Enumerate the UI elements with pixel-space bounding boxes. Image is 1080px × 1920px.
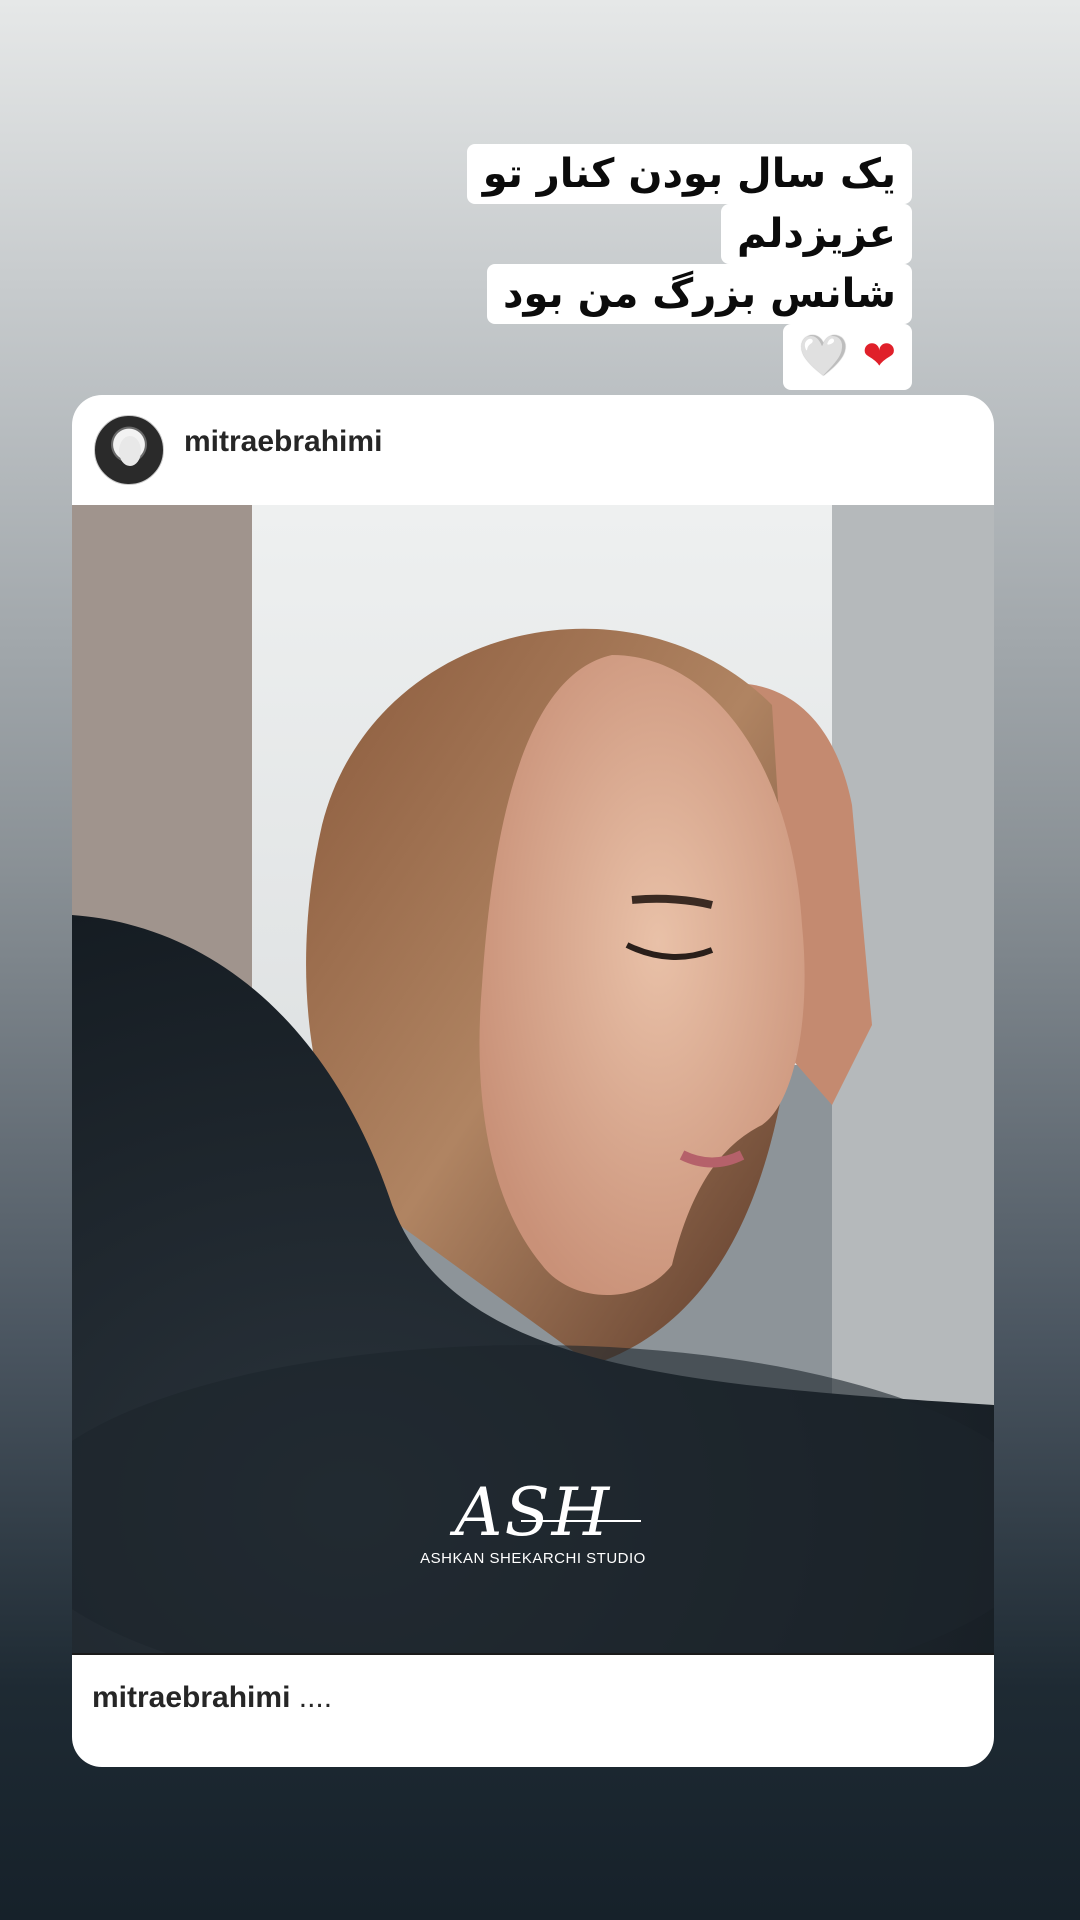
post-photo[interactable]: ASH ASHKAN SHEKARCHI STUDIO [72, 505, 994, 1653]
avatar[interactable] [94, 415, 164, 485]
watermark-text: ASHKAN SHEKARCHI STUDIO [420, 1550, 646, 1567]
post-footer: mitraebrahimi .... [72, 1653, 994, 1767]
story-caption: یک سال بودن کنار تو عزیزدلم شانس بزرگ من… [466, 144, 912, 390]
caption-line-3: شانس بزرگ من بود [487, 264, 912, 324]
footer-caption-text: .... [290, 1681, 333, 1714]
shared-post-card[interactable]: mitraebrahimi ASH ASHKAN SHEKARCHI STUDI… [72, 395, 994, 1767]
post-caption: mitraebrahimi .... [92, 1681, 332, 1715]
caption-emoji-line: 🤍 ❤ [782, 324, 912, 390]
white-heart-icon: 🤍 [798, 333, 849, 379]
watermark-logo: ASH [454, 1474, 642, 1551]
footer-username[interactable]: mitraebrahimi [92, 1681, 290, 1714]
red-heart-icon: ❤ [862, 333, 896, 379]
post-username[interactable]: mitraebrahimi [184, 425, 382, 459]
caption-line-1: یک سال بودن کنار تو [466, 144, 912, 204]
caption-line-2: عزیزدلم [720, 204, 912, 264]
post-header[interactable]: mitraebrahimi [72, 395, 994, 505]
photo-watermark: ASH ASHKAN SHEKARCHI STUDIO [72, 1474, 994, 1568]
